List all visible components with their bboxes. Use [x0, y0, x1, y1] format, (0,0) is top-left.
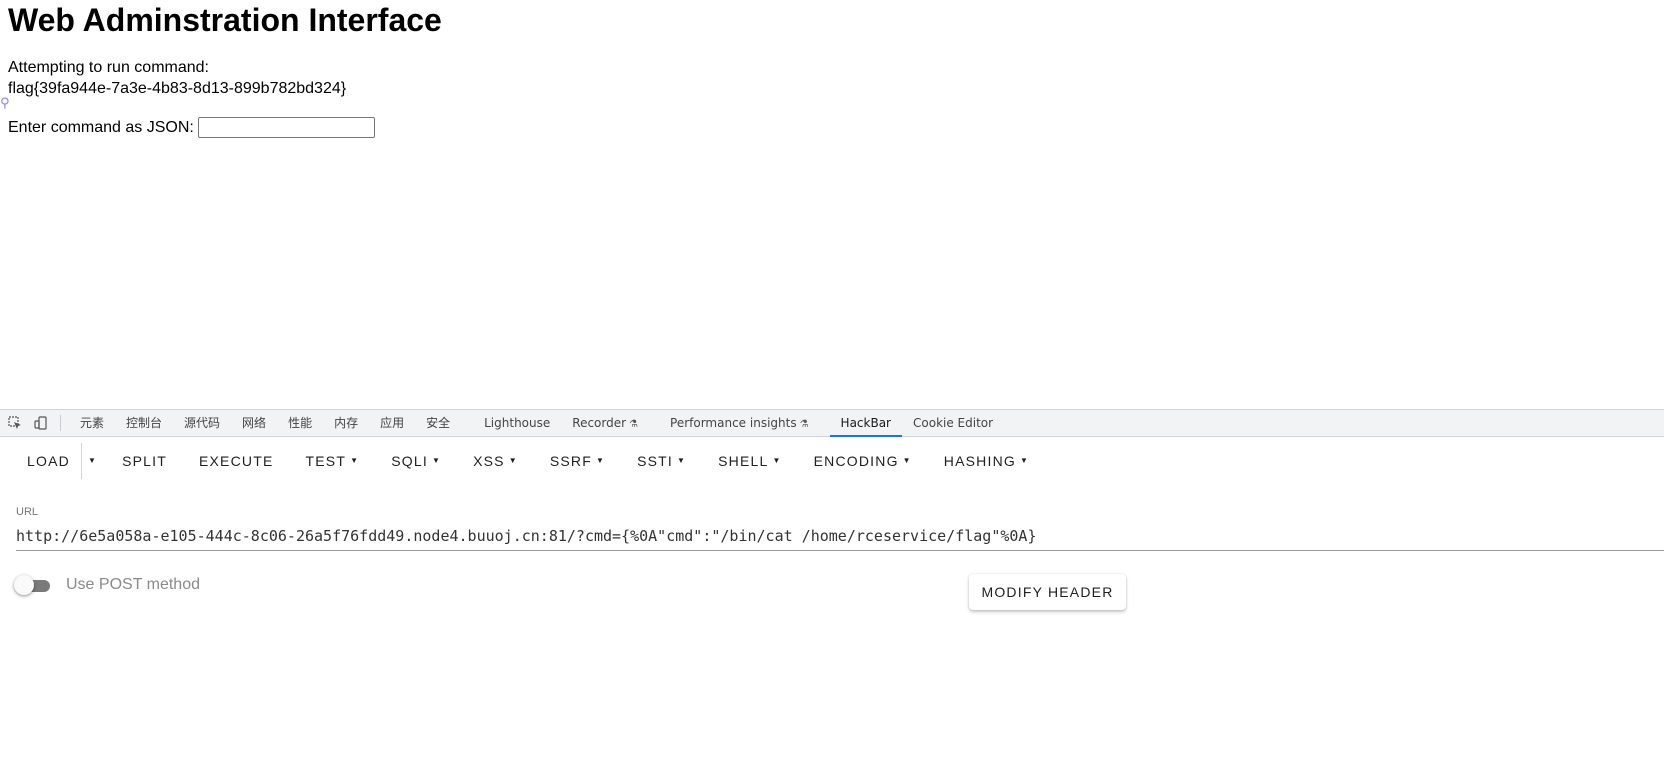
- ssti-menu-button[interactable]: SSTI ▼: [626, 443, 697, 479]
- url-field: URL http://6e5a058a-e105-444c-8c06-26a5f…: [16, 505, 1664, 551]
- toolbar-divider: [60, 415, 61, 431]
- xss-label: XSS: [473, 453, 505, 469]
- device-toolbar-icon[interactable]: [30, 412, 52, 434]
- json-command-input[interactable]: [197, 117, 375, 138]
- post-method-label: Use POST method: [66, 576, 200, 593]
- chevron-down-icon: ▼: [677, 456, 687, 466]
- test-menu-button[interactable]: TEST ▼: [295, 443, 371, 479]
- sqli-label: SQLI: [391, 453, 428, 469]
- post-method-toggle[interactable]: [14, 574, 52, 596]
- chevron-down-icon: ▼: [508, 456, 518, 466]
- tab-security[interactable]: 安全: [415, 410, 461, 437]
- chevron-down-icon: ▼: [902, 456, 912, 466]
- tab-performance-insights-label: Performance insights: [670, 415, 797, 430]
- tab-sources[interactable]: 源代码: [173, 410, 231, 437]
- shell-label: SHELL: [718, 453, 769, 469]
- inspect-element-icon[interactable]: [4, 412, 26, 434]
- tab-performance-insights[interactable]: Performance insights ⚗: [659, 410, 820, 437]
- test-label: TEST: [305, 453, 347, 469]
- encoding-menu-button[interactable]: ENCODING ▼: [803, 443, 923, 479]
- tab-hackbar[interactable]: HackBar: [829, 410, 902, 437]
- toggle-knob: [14, 575, 34, 595]
- post-method-row: Use POST method: [14, 574, 200, 596]
- chevron-down-icon: ▼: [431, 456, 442, 466]
- json-command-form: Enter command as JSON:: [8, 117, 1656, 138]
- flask-icon: ⚗: [629, 418, 639, 430]
- hackbar-toolbar: LOAD ▼ SPLIT EXECUTE TEST ▼ SQLI ▼ XSS ▼ SS…: [0, 437, 1664, 485]
- json-input-label: Enter command as JSON:: [8, 119, 194, 136]
- tab-memory[interactable]: 内存: [323, 410, 369, 437]
- chevron-down-icon: ▼: [772, 456, 782, 466]
- flag-output: flag{39fa944e-7a3e-4b83-8d13-899b782bd32…: [8, 80, 347, 97]
- chevron-down-icon: ▼: [1019, 456, 1030, 466]
- flask-icon: ⚗: [799, 418, 809, 430]
- encoding-label: ENCODING: [813, 453, 899, 469]
- ssrf-label: SSRF: [549, 453, 592, 469]
- page-title: Web Adminstration Interface: [8, 2, 442, 38]
- cursor-marker-icon: ⚲: [0, 96, 10, 111]
- split-button[interactable]: SPLIT: [111, 443, 178, 479]
- ssti-label: SSTI: [637, 453, 673, 469]
- tab-lighthouse[interactable]: Lighthouse: [473, 410, 561, 437]
- url-label: URL: [16, 506, 39, 518]
- chevron-down-icon: ▼: [595, 456, 606, 466]
- tab-performance[interactable]: 性能: [277, 410, 323, 437]
- tab-console[interactable]: 控制台: [115, 410, 173, 437]
- tab-application[interactable]: 应用: [369, 410, 415, 437]
- execute-button[interactable]: EXECUTE: [188, 443, 285, 479]
- page-content: Web Adminstration Interface Attempting t…: [0, 0, 1664, 409]
- shell-menu-button[interactable]: SHELL ▼: [707, 443, 792, 479]
- tab-recorder-label: Recorder: [572, 415, 627, 430]
- sqli-menu-button[interactable]: SQLI ▼: [380, 443, 452, 479]
- hashing-menu-button[interactable]: HASHING ▼: [933, 443, 1040, 479]
- tab-elements[interactable]: 元素: [69, 410, 115, 437]
- load-button[interactable]: LOAD: [16, 443, 81, 479]
- tab-recorder[interactable]: Recorder ⚗: [561, 410, 649, 437]
- load-dropdown-icon[interactable]: ▼: [80, 443, 103, 479]
- chevron-down-icon: ▼: [350, 456, 360, 466]
- xss-menu-button[interactable]: XSS ▼: [462, 443, 529, 479]
- devtools-tab-bar: 元素 控制台 源代码 网络 性能 内存 应用 安全 Lighthouse Rec…: [0, 410, 1664, 437]
- ssrf-menu-button[interactable]: SSRF ▼: [539, 443, 616, 479]
- url-input[interactable]: http://6e5a058a-e105-444c-8c06-26a5f76fd…: [16, 525, 1664, 551]
- tab-cookie-editor[interactable]: Cookie Editor: [902, 410, 1004, 437]
- hashing-label: HASHING: [943, 453, 1016, 469]
- attempt-text: Attempting to run command:: [8, 59, 209, 76]
- modify-header-button[interactable]: MODIFY HEADER: [969, 574, 1126, 610]
- devtools-panel: 元素 控制台 源代码 网络 性能 内存 应用 安全 Lighthouse Rec…: [0, 409, 1664, 781]
- tab-network[interactable]: 网络: [231, 410, 277, 437]
